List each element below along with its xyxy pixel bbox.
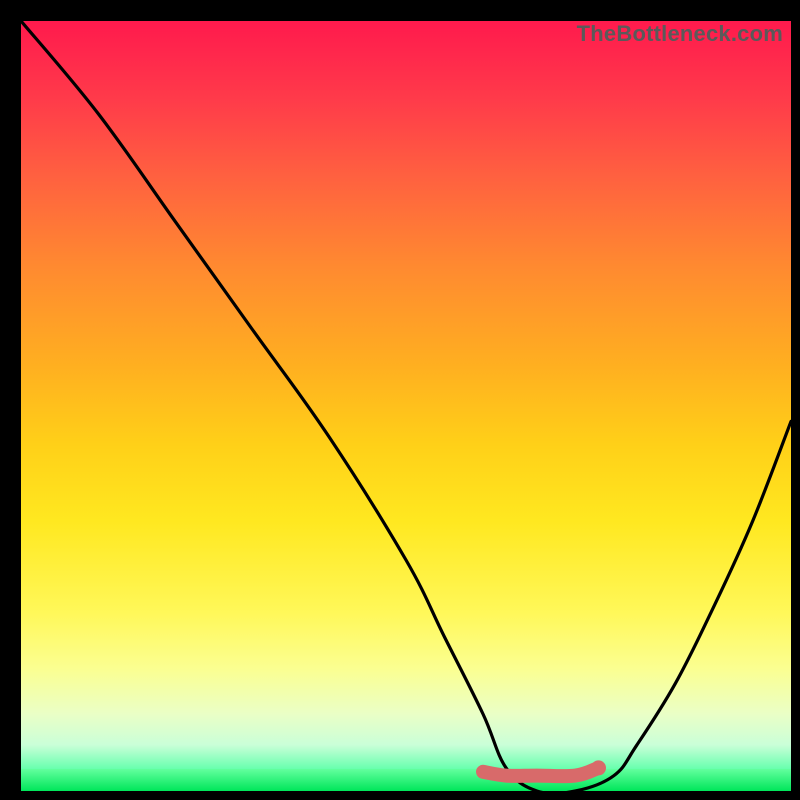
optimal-region-end-dot (591, 760, 606, 775)
bottleneck-curve-path (21, 21, 791, 791)
chart-frame: TheBottleneck.com (6, 6, 794, 794)
chart-plot-area: TheBottleneck.com (21, 21, 791, 791)
chart-svg-layer (21, 21, 791, 791)
watermark-text: TheBottleneck.com (577, 21, 783, 47)
optimal-flat-region-path (483, 768, 599, 776)
